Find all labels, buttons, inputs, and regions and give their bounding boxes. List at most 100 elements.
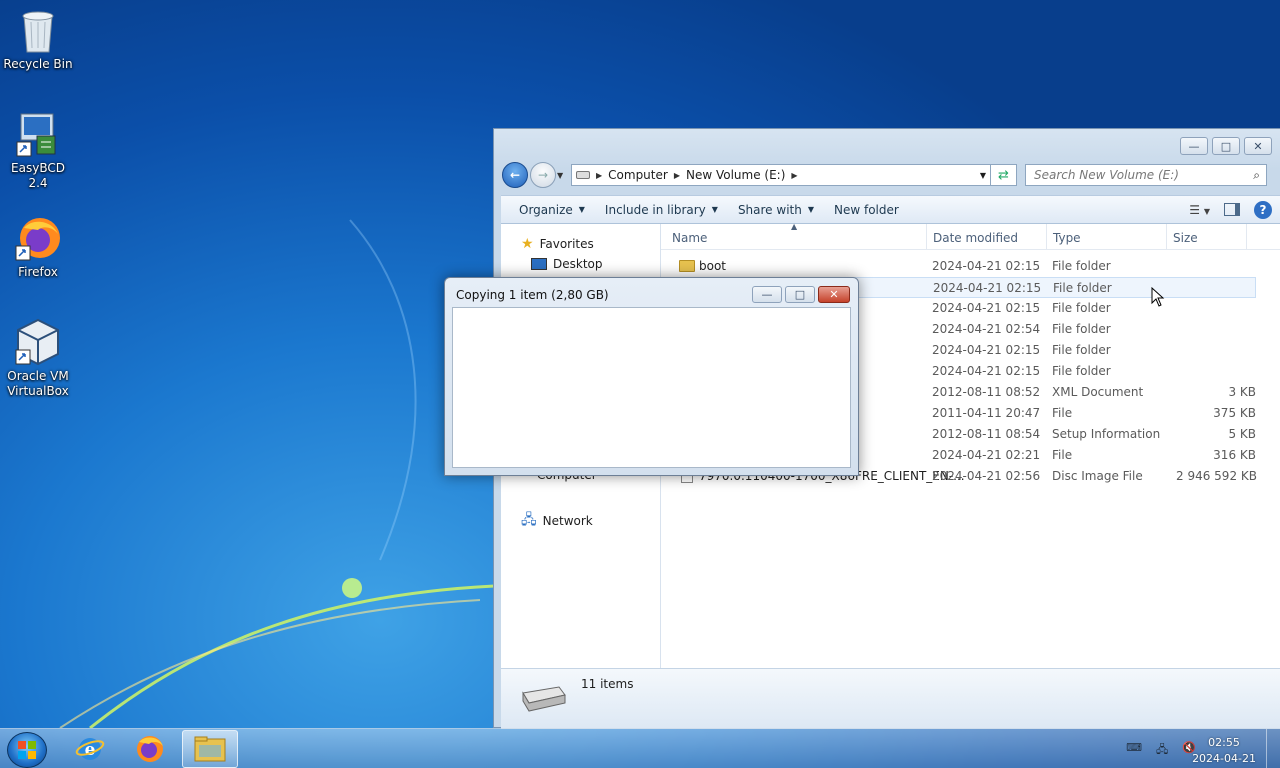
drive-icon — [576, 171, 590, 179]
chevron-down-icon: ▼ — [807, 205, 814, 214]
star-icon: ★ — [521, 236, 534, 252]
close-button[interactable]: ✕ — [818, 286, 850, 303]
taskbar-internet-explorer[interactable]: e — [62, 730, 118, 768]
desktop-icon-label: Firefox — [18, 265, 58, 279]
chevron-down-icon: ▼ — [711, 205, 718, 214]
file-size: 3 KB — [1228, 385, 1256, 399]
organize-menu[interactable]: Organize ▼ — [513, 203, 599, 217]
recent-pages-dropdown[interactable]: ▼ — [557, 171, 567, 180]
file-type: File — [1052, 406, 1073, 420]
dialog-title: Copying 1 item (2,80 GB) — [456, 288, 609, 302]
organize-label: Organize — [519, 202, 573, 217]
desktop-icon-virtualbox[interactable]: Oracle VM VirtualBox — [0, 318, 76, 399]
search-input[interactable]: Search New Volume (E:) ⌕ — [1025, 164, 1267, 186]
system-tray: ⌨ 🖧 🔇 — [1126, 741, 1196, 760]
command-bar: Organize ▼ Include in library ▼ Share with… — [501, 195, 1280, 224]
column-divider[interactable] — [926, 224, 927, 250]
desktop-icon-recycle-bin[interactable]: Recycle Bin — [0, 8, 76, 72]
network-icon: 🖧 — [521, 512, 537, 528]
include-label: Include in library — [604, 202, 706, 217]
nav-favorites[interactable]: ★ Favorites — [521, 236, 594, 252]
file-size: 5 KB — [1228, 427, 1256, 441]
details-pane: 11 items — [501, 668, 1280, 729]
new-folder-button[interactable]: New folder — [828, 203, 913, 217]
explorer-window-controls: — □ ✕ — [1180, 137, 1272, 155]
firefox-icon — [15, 218, 60, 261]
address-dropdown-icon[interactable]: ▼ — [980, 171, 986, 180]
column-header-name[interactable]: Name — [672, 231, 707, 245]
column-header-type[interactable]: Type — [1053, 231, 1081, 245]
folder-icon — [679, 260, 695, 272]
drive-icon — [522, 686, 566, 712]
minimize-button[interactable]: — — [1180, 137, 1208, 155]
address-bar[interactable]: ▶ Computer ▶ New Volume (E:) ▶ ▼ — [571, 164, 991, 186]
clock-date: 2024-04-21 — [1192, 752, 1256, 765]
forward-button[interactable]: → — [530, 162, 556, 188]
file-size: 316 KB — [1213, 448, 1256, 462]
nav-desktop[interactable]: Desktop — [531, 257, 603, 271]
nav-network[interactable]: 🖧 Network — [521, 509, 593, 533]
minimize-button[interactable]: — — [752, 286, 782, 303]
file-type: XML Document — [1052, 385, 1144, 399]
dialog-body — [452, 307, 851, 468]
file-date: 2024-04-21 02:15 — [932, 364, 1041, 378]
taskbar-windows-explorer[interactable] — [182, 730, 238, 768]
desktop-icon-label: Recycle Bin — [3, 57, 73, 71]
column-headers: Name ▲ Date modified Type Size — [661, 222, 1280, 250]
search-placeholder: Search New Volume (E:) — [1034, 168, 1179, 182]
preview-pane-button[interactable] — [1224, 203, 1240, 216]
change-view-button[interactable]: ☰ ▼ — [1189, 203, 1210, 217]
search-icon[interactable]: ⌕ — [1253, 168, 1260, 183]
clock-time: 02:55 — [1208, 736, 1240, 749]
desktop-icon-firefox[interactable]: Firefox — [0, 214, 76, 280]
start-button[interactable] — [7, 732, 47, 768]
breadcrumb-separator-icon[interactable]: ▶ — [791, 171, 797, 180]
dialog-window-controls: — □ ✕ — [752, 286, 850, 303]
file-date: 2024-04-21 02:15 — [932, 343, 1041, 357]
sort-arrow-icon: ▲ — [791, 222, 798, 231]
show-desktop-button[interactable] — [1266, 729, 1280, 768]
breadcrumb-separator-icon[interactable]: ▶ — [674, 171, 680, 180]
breadcrumb-new-volume[interactable]: New Volume (E:) — [686, 168, 785, 182]
breadcrumb-separator-icon[interactable]: ▶ — [596, 171, 602, 180]
taskbar-firefox[interactable] — [122, 730, 178, 768]
breadcrumb-computer[interactable]: Computer — [608, 168, 668, 182]
file-date: 2024-04-21 02:15 — [932, 259, 1041, 273]
mouse-cursor-icon — [1151, 287, 1165, 307]
file-type: File folder — [1052, 301, 1111, 315]
file-type: File folder — [1052, 343, 1111, 357]
refresh-button[interactable]: ⇄ — [991, 164, 1017, 186]
file-type: Setup Information — [1052, 427, 1161, 441]
column-header-date[interactable]: Date modified — [933, 231, 1018, 245]
column-header-size[interactable]: Size — [1173, 231, 1198, 245]
file-type: File — [1052, 448, 1073, 462]
file-size: 375 KB — [1213, 406, 1256, 420]
copy-progress-dialog[interactable]: Copying 1 item (2,80 GB) — □ ✕ — [444, 277, 859, 476]
keyboard-icon[interactable]: ⌨ — [1126, 741, 1142, 760]
folder-icon — [194, 736, 226, 762]
desktop-icon-label: VirtualBox — [7, 384, 69, 398]
file-type: File folder — [1052, 259, 1111, 273]
internet-explorer-icon: e — [75, 738, 105, 760]
file-date: 2024-04-21 02:15 — [933, 281, 1042, 295]
share-label: Share with — [737, 202, 802, 217]
clock[interactable]: 02:55 2024-04-21 — [1192, 735, 1256, 767]
maximize-button[interactable]: □ — [1212, 137, 1240, 155]
file-date: 2012-08-11 08:54 — [932, 427, 1041, 441]
desktop-icon-easybcd[interactable]: EasyBCD 2.4 — [0, 112, 76, 191]
maximize-button[interactable]: □ — [785, 286, 815, 303]
column-divider[interactable] — [1166, 224, 1167, 250]
close-button[interactable]: ✕ — [1244, 137, 1272, 155]
network-tray-icon[interactable]: 🖧 — [1156, 741, 1168, 760]
column-divider[interactable] — [1046, 224, 1047, 250]
back-button[interactable]: ← — [502, 162, 528, 188]
file-date: 2024-04-21 02:15 — [932, 301, 1041, 315]
help-icon[interactable]: ? — [1254, 200, 1272, 219]
share-with-menu[interactable]: Share with ▼ — [732, 203, 828, 217]
navigation-bar: ← → ▼ ▶ Computer ▶ New Volume (E:) ▶ ▼ ⇄… — [502, 161, 1272, 189]
item-count: 11 items — [581, 677, 634, 691]
include-in-library-menu[interactable]: Include in library ▼ — [599, 203, 732, 217]
column-divider[interactable] — [1246, 224, 1247, 250]
desktop-icon — [531, 258, 547, 270]
table-row[interactable]: boot 2024-04-21 02:15 File folder — [667, 256, 1256, 277]
